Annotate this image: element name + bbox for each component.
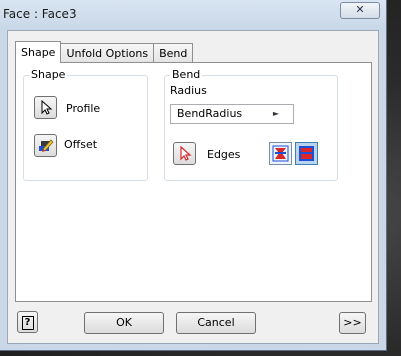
offset-pencil-icon [39,139,54,152]
edge-type-2-toggle[interactable] [295,142,318,165]
edges-select-button[interactable] [173,142,196,165]
tab-bend[interactable]: Bend [153,43,194,63]
radius-combo[interactable]: BendRadius ► [170,104,294,124]
select-arrow-red-icon [180,145,192,161]
tab-strip: Shape Unfold Options Bend [15,41,194,63]
help-button[interactable]: ? [17,311,38,333]
offset-button[interactable] [34,134,57,157]
profile-select-button[interactable] [34,96,57,119]
dialog-client-area: Shape Unfold Options Bend Shape Profile [7,30,379,344]
tab-shape[interactable]: Shape [15,41,62,63]
profile-label: Profile [66,102,101,115]
chevron-right-icon: ► [272,109,279,118]
edge-type-1-toggle[interactable] [269,142,292,165]
face-dialog: Face : Face3 ✕ Shape Unfold Options Bend… [0,0,387,351]
select-arrow-icon [41,99,53,115]
bend-group-label: Bend [170,68,203,82]
tab-panel-shape: Shape Profile Offset Bend Radius BendRad… [15,62,372,302]
radius-label: Radius [170,84,207,97]
close-icon: ✕ [355,3,365,16]
ok-button[interactable]: OK [84,312,164,334]
bend-group: Bend Radius BendRadius ► Edges [164,68,338,181]
help-icon: ? [21,316,34,330]
more-options-button[interactable]: >> [339,312,366,334]
cancel-button[interactable]: Cancel [176,312,256,334]
close-button[interactable]: ✕ [340,2,380,19]
shape-group-label: Shape [29,68,68,82]
title-bar[interactable]: Face : Face3 ✕ [0,0,386,30]
offset-label: Offset [64,138,98,151]
dialog-title: Face : Face3 [3,7,77,21]
edges-label: Edges [207,148,241,161]
edge-type-2-icon [299,146,314,161]
shape-group: Shape Profile Offset [23,68,148,181]
radius-value: BendRadius [177,107,243,120]
tab-unfold-options[interactable]: Unfold Options [60,43,155,63]
edge-type-1-icon [272,145,289,162]
